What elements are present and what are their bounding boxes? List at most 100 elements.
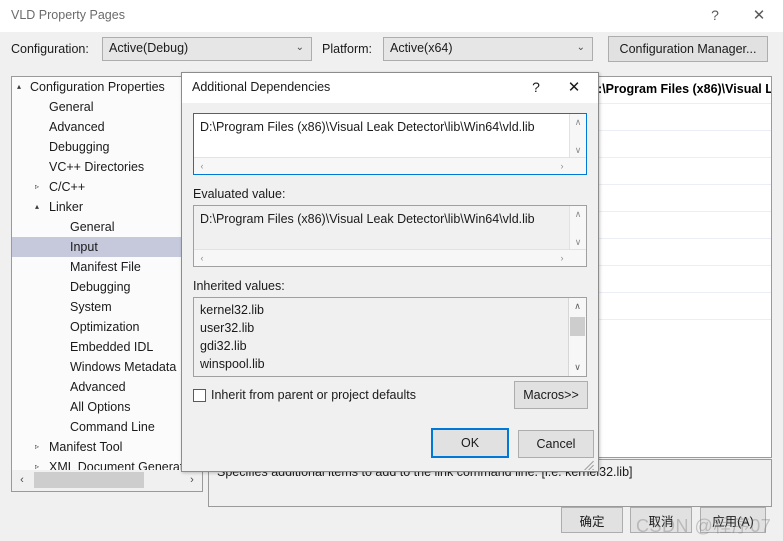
tree-item-configuration-properties[interactable]: ▴ Configuration Properties — [12, 77, 202, 97]
tree-item-label: Embedded IDL — [70, 340, 154, 354]
evaluated-value-box: D:\Program Files (x86)\Visual Leak Detec… — [193, 205, 587, 267]
tree-item-label: General — [70, 220, 115, 234]
tree-item-label: VC++ Directories — [49, 160, 145, 174]
collapse-arrow-icon[interactable]: ▴ — [35, 197, 39, 217]
tree-item-label: C/C++ — [49, 180, 86, 194]
tree-item-label: Command Line — [70, 420, 155, 434]
tree-item-command-line[interactable]: Command Line — [12, 417, 202, 437]
dialog-ok-button[interactable]: OK — [431, 428, 509, 458]
dialog-help-icon[interactable]: ? — [518, 73, 554, 102]
platform-value: Active(x64) — [390, 41, 453, 55]
tree-item-manifest-tool[interactable]: ▹ Manifest Tool — [12, 437, 202, 457]
evaluated-value-label: Evaluated value: — [193, 187, 286, 201]
tree-horizontal-scrollbar[interactable]: ‹ › — [11, 470, 203, 492]
configuration-bar: Configuration: Active(Debug) ⌄ Platform:… — [0, 32, 783, 68]
tree-item-debugging[interactable]: Debugging — [12, 137, 202, 157]
configuration-label: Configuration: — [11, 42, 89, 56]
tree-item-label: Advanced — [70, 380, 126, 394]
vertical-scrollbar[interactable]: ∧ ∨ — [568, 298, 586, 376]
expand-arrow-icon[interactable]: ▹ — [35, 177, 39, 197]
list-item[interactable]: winspool.lib — [200, 355, 568, 373]
tree-item-label: Configuration Properties — [30, 80, 165, 94]
scroll-up-icon[interactable]: ∧ — [570, 114, 586, 130]
scroll-right-icon[interactable]: › — [182, 470, 202, 490]
window-title: VLD Property Pages — [11, 8, 125, 22]
apply-button[interactable]: 应用(A) — [700, 507, 766, 533]
evaluated-value-text: D:\Program Files (x86)\Visual Leak Detec… — [200, 212, 535, 226]
horizontal-scrollbar[interactable]: ‹ › — [194, 249, 586, 266]
list-item[interactable]: kernel32.lib — [200, 301, 568, 319]
scroll-up-icon[interactable]: ∧ — [570, 206, 586, 222]
collapse-arrow-icon[interactable]: ▴ — [17, 77, 21, 97]
chevron-down-icon: ⌄ — [295, 42, 304, 53]
tree-item-label: Windows Metadata — [70, 360, 177, 374]
tree-item-advanced[interactable]: Advanced — [12, 377, 202, 397]
help-icon[interactable]: ? — [693, 0, 737, 31]
dialog-close-icon[interactable]: ✕ — [556, 73, 592, 102]
tree-item-system[interactable]: System — [12, 297, 202, 317]
macros-button[interactable]: Macros>> — [514, 381, 588, 409]
tree-item-linker[interactable]: ▴ Linker — [12, 197, 202, 217]
tree-item-manifest-file[interactable]: Manifest File — [12, 257, 202, 277]
tree-item-label: Manifest File — [70, 260, 141, 274]
scroll-down-icon[interactable]: ∨ — [570, 234, 586, 250]
tree-item-c-c[interactable]: ▹ C/C++ — [12, 177, 202, 197]
window-titlebar: VLD Property Pages ? ✕ — [0, 0, 783, 32]
property-value: D:\Program Files (x86)\Visual Leak Detec… — [589, 82, 771, 96]
properties-tree[interactable]: ▴ Configuration Properties General Advanced… — [11, 76, 203, 492]
list-item[interactable]: user32.lib — [200, 319, 568, 337]
tree-item-label: System — [70, 300, 112, 314]
scroll-left-icon[interactable]: ‹ — [194, 250, 210, 266]
additional-dependencies-input[interactable]: D:\Program Files (x86)\Visual Leak Detec… — [193, 113, 587, 175]
dialog-titlebar: Additional Dependencies ? ✕ — [182, 73, 598, 103]
scrollbar-thumb[interactable] — [570, 317, 585, 336]
resize-grip[interactable] — [583, 456, 597, 470]
tree-item-label: Optimization — [70, 320, 140, 334]
inherited-values-list[interactable]: kernel32.lib user32.lib gdi32.lib winspool.… — [193, 297, 587, 377]
configuration-manager-button[interactable]: Configuration Manager... — [608, 36, 768, 62]
dialog-cancel-button[interactable]: Cancel — [518, 430, 594, 458]
chevron-down-icon: ⌄ — [576, 42, 585, 53]
tree-item-input[interactable]: Input — [12, 237, 202, 257]
tree-item-label: Debugging — [49, 140, 110, 154]
tree-item-vc-directories[interactable]: VC++ Directories — [12, 157, 202, 177]
ok-button[interactable]: 确定 — [561, 507, 623, 533]
inherit-checkbox[interactable] — [193, 389, 206, 402]
scroll-down-icon[interactable]: ∨ — [570, 142, 586, 158]
tree-item-debugging[interactable]: Debugging — [12, 277, 202, 297]
tree-item-optimization[interactable]: Optimization — [12, 317, 202, 337]
inherited-values-label: Inherited values: — [193, 279, 285, 293]
scroll-up-icon[interactable]: ∧ — [569, 298, 586, 315]
tree-item-label: Debugging — [70, 280, 131, 294]
list-item[interactable]: gdi32.lib — [200, 337, 568, 355]
vertical-scrollbar[interactable]: ∧ ∨ — [569, 206, 586, 250]
tree-item-embedded-idl[interactable]: Embedded IDL — [12, 337, 202, 357]
vertical-scrollbar[interactable]: ∧ ∨ — [569, 114, 586, 158]
expand-arrow-icon[interactable]: ▹ — [35, 437, 39, 457]
tree-item-label: Advanced — [49, 120, 105, 134]
tree-item-windows-metadata[interactable]: Windows Metadata — [12, 357, 202, 377]
inherit-checkbox-label: Inherit from parent or project defaults — [211, 388, 416, 402]
scroll-left-icon[interactable]: ‹ — [12, 470, 32, 490]
configuration-dropdown[interactable]: Active(Debug) ⌄ — [102, 37, 312, 61]
tree-item-advanced[interactable]: Advanced — [12, 117, 202, 137]
horizontal-scrollbar[interactable]: ‹ › — [194, 157, 586, 174]
scrollbar-thumb[interactable] — [34, 472, 144, 488]
tree-item-all-options[interactable]: All Options — [12, 397, 202, 417]
inherited-values-items: kernel32.lib user32.lib gdi32.lib winspool.… — [194, 298, 568, 373]
tree-item-label: Manifest Tool — [49, 440, 123, 454]
scroll-right-icon[interactable]: › — [554, 250, 570, 266]
scroll-down-icon[interactable]: ∨ — [569, 359, 586, 376]
additional-dependencies-value: D:\Program Files (x86)\Visual Leak Detec… — [200, 120, 535, 134]
close-icon[interactable]: ✕ — [737, 0, 781, 31]
platform-dropdown[interactable]: Active(x64) ⌄ — [383, 37, 593, 61]
cancel-button[interactable]: 取消 — [630, 507, 692, 533]
dialog-title: Additional Dependencies — [192, 80, 331, 94]
tree-item-general[interactable]: General — [12, 217, 202, 237]
scroll-left-icon[interactable]: ‹ — [194, 158, 210, 174]
additional-dependencies-dialog: Additional Dependencies ? ✕ D:\Program F… — [181, 72, 599, 472]
tree-item-label: General — [49, 100, 94, 114]
tree-item-general[interactable]: General — [12, 97, 202, 117]
scroll-right-icon[interactable]: › — [554, 158, 570, 174]
property-pages-window: VLD Property Pages ? ✕ Configuration: Ac… — [0, 0, 783, 541]
